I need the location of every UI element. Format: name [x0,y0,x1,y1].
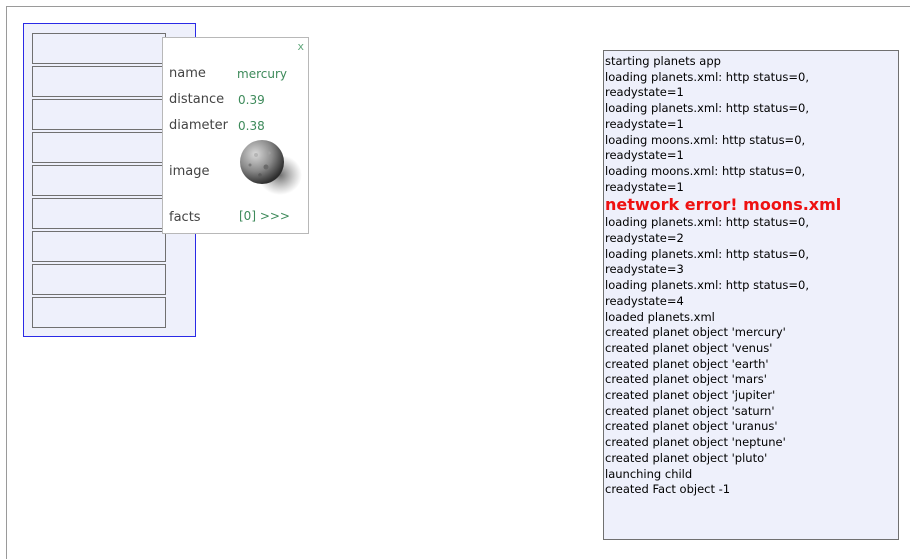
log-line: loading planets.xml: http status=0, read… [605,69,813,100]
log-line: starting planets app [605,54,721,68]
log-line: loading planets.xml: http status=0, read… [605,101,813,131]
log-line: created planet object 'earth' [605,356,769,371]
planet-list-row[interactable] [32,165,166,196]
planet-list-row[interactable] [32,66,166,97]
log-line: loading moons.xml: http status=0, readys… [605,132,809,163]
distance-value: 0.39 [238,93,265,107]
log-line: created planet object 'mars' [605,372,767,387]
log-line: loading planets.xml: http status=0, read… [605,278,813,308]
planet-list-row[interactable] [32,198,166,229]
diameter-label: diameter [169,118,228,133]
log-error-line: network error! moons.xml [605,195,842,215]
planet-list-row[interactable] [32,264,166,295]
close-button[interactable]: x [297,40,304,53]
mercury-planet-image [240,140,302,195]
log-line: created planet object 'saturn' [605,403,775,418]
log-line: created planet object 'venus' [605,340,773,355]
log-line: loading planets.xml: http status=0, read… [605,215,813,246]
planet-detail-popup: x name mercury distance 0.39 diameter 0.… [162,37,309,234]
diameter-value: 0.38 [238,119,265,133]
log-line: created planet object 'pluto' [605,450,768,465]
log-line: created planet object 'neptune' [605,435,786,450]
planet-list [32,33,166,330]
log-panel: starting planets app loading planets.xml:… [603,50,899,540]
planet-list-row[interactable] [32,33,166,64]
log-line: loading moons.xml: http status=0, readys… [605,163,809,194]
planet-list-row[interactable] [32,231,166,262]
distance-label: distance [169,92,225,107]
log-line: created planet object 'jupiter' [605,388,776,403]
log-line: created Fact object -1 [605,482,731,497]
image-label: image [169,164,210,179]
log-line: created planet object 'mercury' [605,325,786,340]
planet-list-row[interactable] [32,99,166,130]
planet-list-row[interactable] [32,297,166,328]
facts-label: facts [169,210,201,225]
log-line: launching child [605,466,693,481]
log-line: loaded planets.xml [605,309,715,324]
name-label: name [169,66,206,81]
log-line: loading planets.xml: http status=0, read… [605,246,813,277]
name-value: mercury [237,67,287,81]
planet-list-row[interactable] [32,132,166,163]
log-line: created planet object 'uranus' [605,419,778,434]
facts-link[interactable]: [0] >>> [239,209,290,223]
